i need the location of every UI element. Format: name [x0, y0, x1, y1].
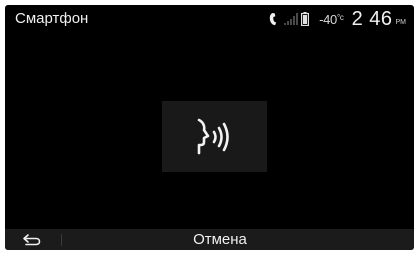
temperature-unit: °c — [336, 12, 344, 22]
battery-icon — [301, 12, 319, 26]
bar-divider — [61, 234, 62, 246]
status-indicators: -40°c 2 46 PM — [268, 8, 406, 30]
back-arrow-icon — [21, 232, 43, 247]
signal-icon — [284, 13, 301, 25]
phone-icon — [268, 12, 284, 26]
clock-time: 2 46 — [351, 7, 393, 30]
status-bar: Смартфон -40°c 2 46 PM — [5, 5, 414, 33]
back-button[interactable] — [21, 232, 43, 247]
voice-recognition-button[interactable] — [162, 101, 267, 172]
temperature: -40°c — [319, 12, 344, 27]
clock-ampm: PM — [395, 18, 407, 26]
cancel-button[interactable]: Отмена — [155, 229, 285, 250]
app-title: Смартфон — [15, 10, 89, 27]
temperature-value: -40 — [319, 11, 337, 27]
bottom-bar: Отмена — [5, 229, 414, 250]
screen: Смартфон -40°c 2 46 PM Отмена — [5, 5, 414, 250]
